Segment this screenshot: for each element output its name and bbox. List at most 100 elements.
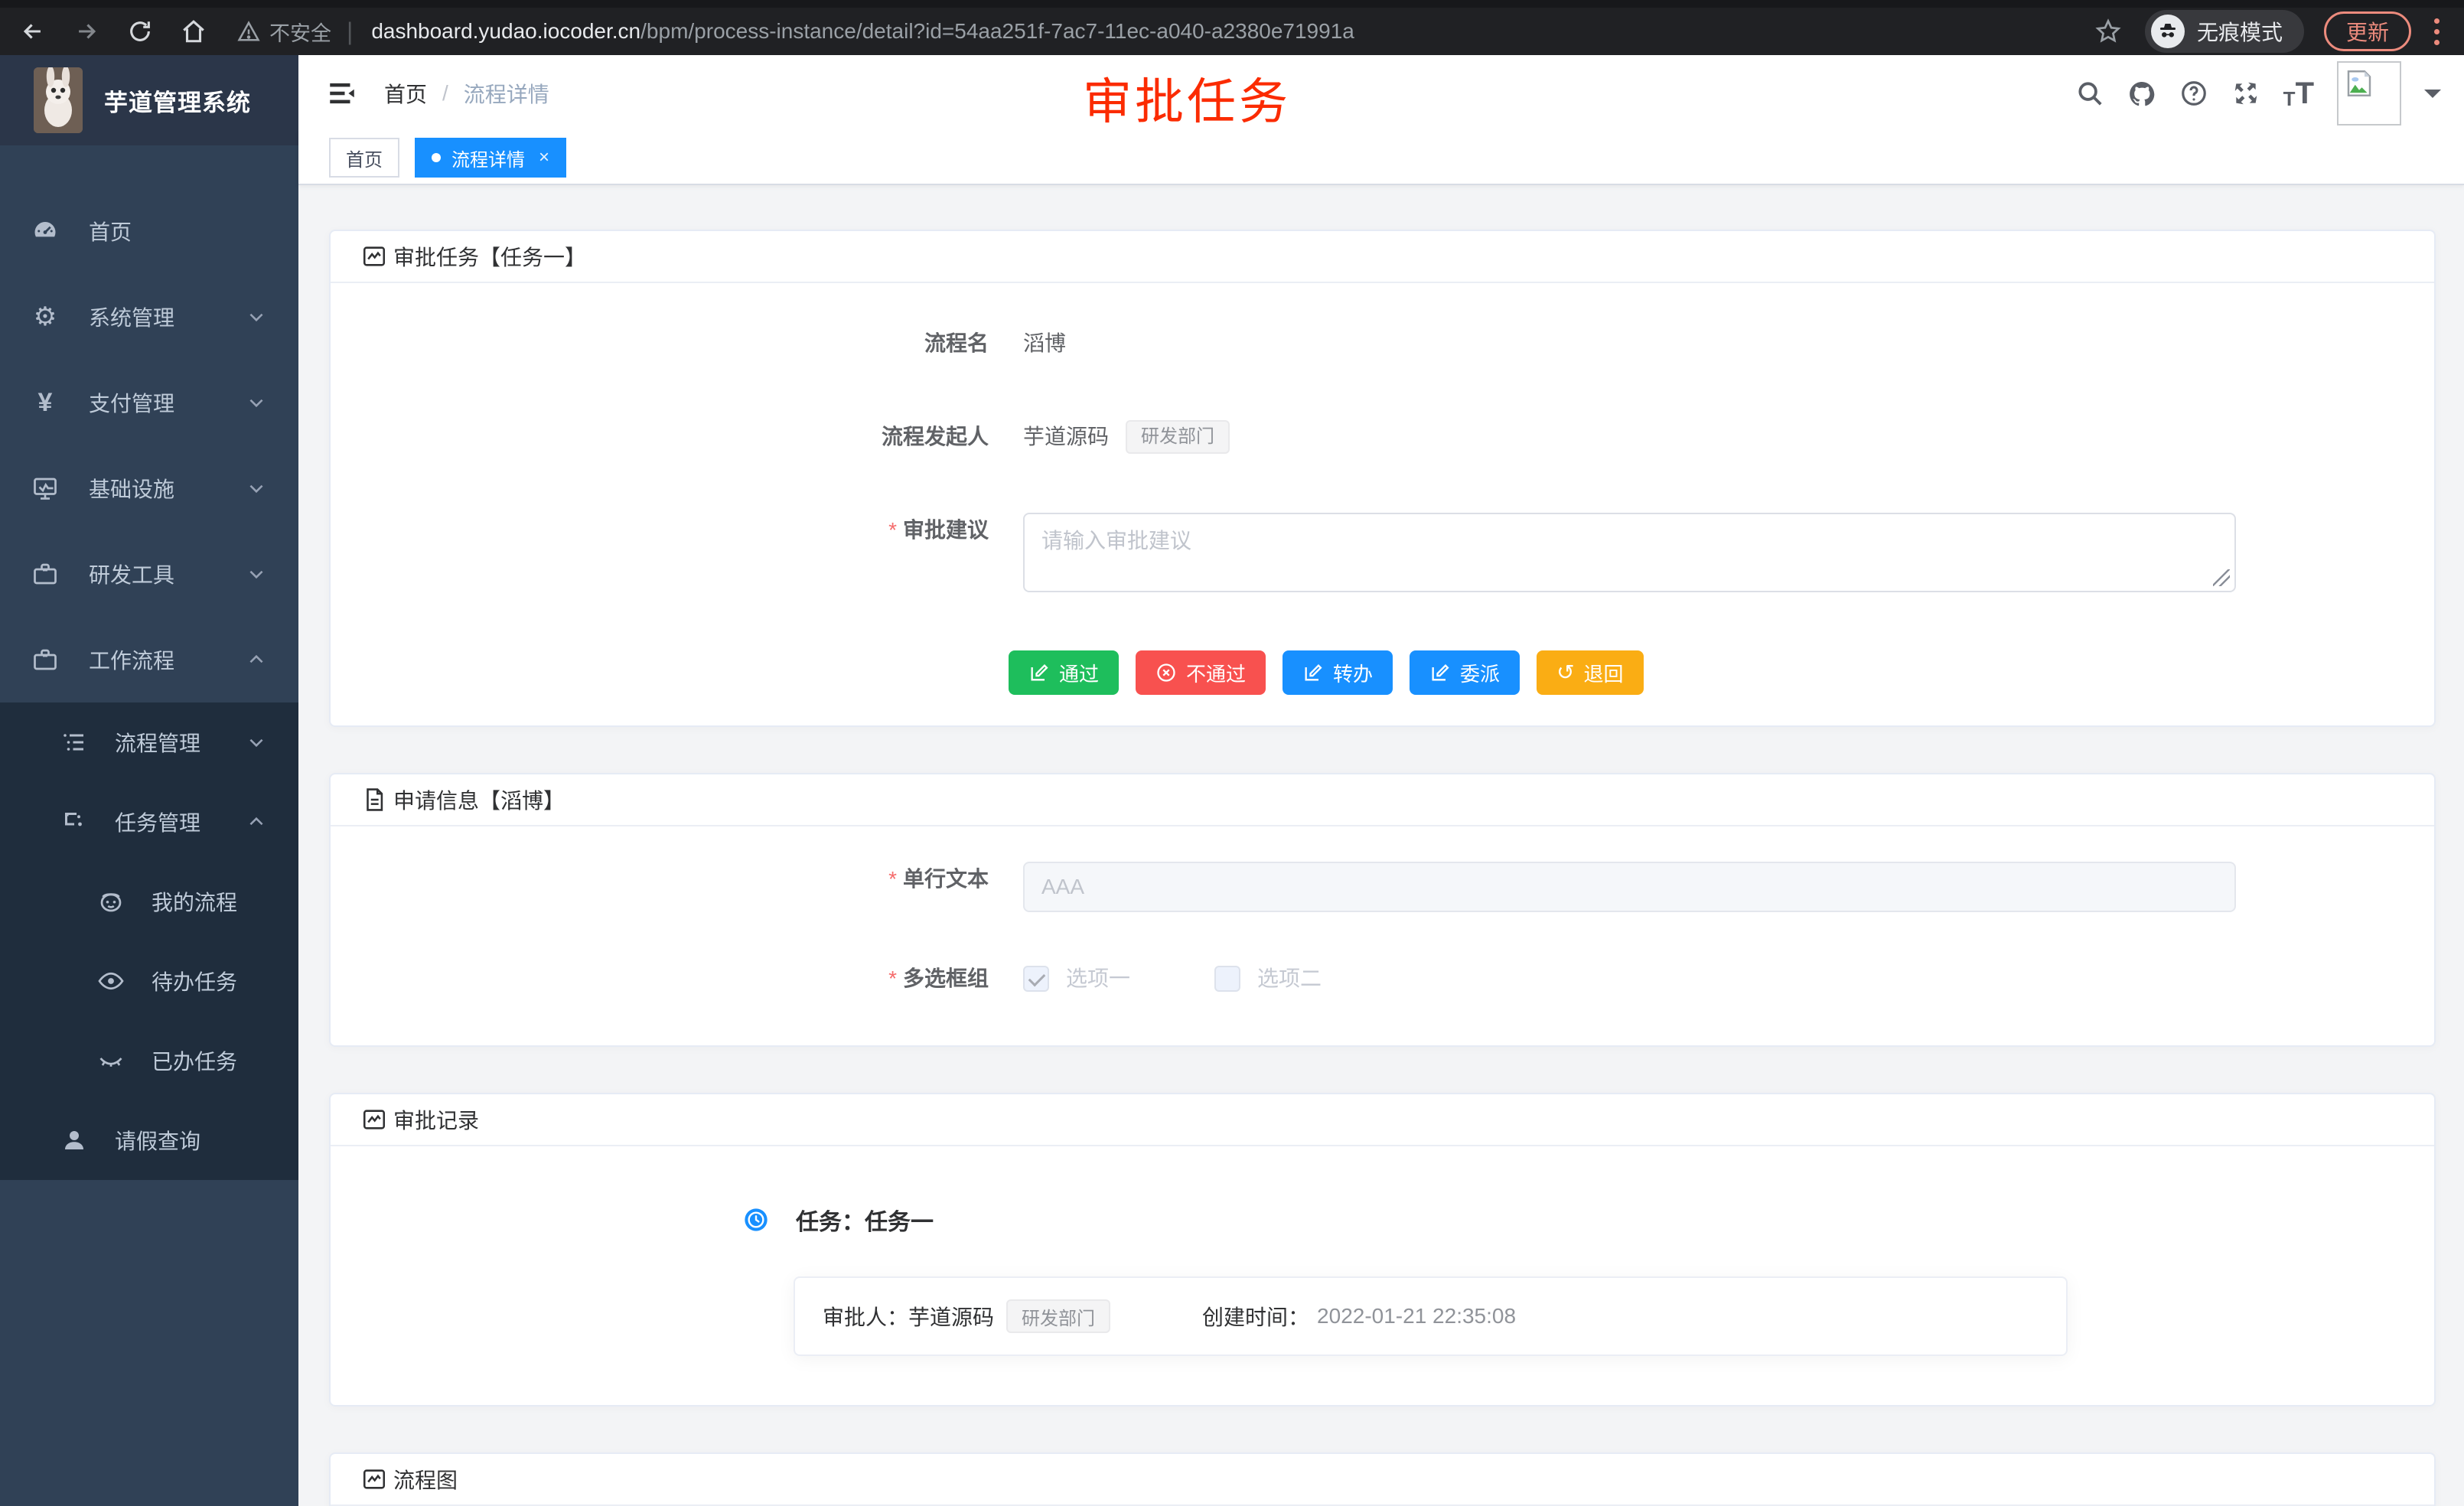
sidebar-item-workflow[interactable]: 工作流程	[0, 617, 298, 702]
sidebar-item-infra[interactable]: 基础设施	[0, 445, 298, 531]
field-label: 流程名	[361, 326, 989, 361]
sidebar-item-label: 请假查询	[115, 1125, 200, 1156]
red-annotation-text: 审批任务	[1083, 63, 1291, 133]
sidebar-item-process-mgmt[interactable]: 流程管理	[0, 702, 298, 782]
breadcrumb: 首页 / 流程详情	[384, 78, 549, 109]
browser-menu-icon[interactable]	[2427, 15, 2447, 48]
checkbox-label: 选项二	[1257, 961, 1322, 996]
main-area: 首页 / 流程详情 审批任务 TT	[298, 55, 2464, 1506]
required-asterisk: *	[888, 967, 897, 990]
tab-home[interactable]: 首页	[329, 138, 399, 178]
sidebar-item-system[interactable]: ⚙ 系统管理	[0, 274, 298, 360]
breadcrumb-home[interactable]: 首页	[384, 78, 427, 109]
sidebar-item-todo-tasks[interactable]: 待办任务	[0, 941, 298, 1021]
forward-icon[interactable]	[73, 18, 99, 44]
monitor-icon	[31, 474, 60, 502]
sidebar-item-label: 待办任务	[152, 966, 237, 996]
workflow-submenu: 流程管理 任务管理 我的流程	[0, 702, 298, 1180]
flow-node-icon	[60, 808, 89, 836]
chart-image-icon	[361, 1466, 387, 1492]
update-button[interactable]: 更新	[2324, 11, 2411, 51]
search-icon[interactable]	[2075, 79, 2104, 108]
eye-open-icon	[96, 967, 125, 995]
home-icon[interactable]	[181, 18, 207, 44]
approver-label: 审批人：	[823, 1301, 908, 1332]
sidebar-menu: 首页 ⚙ 系统管理 ¥ 支付管理 基础设施	[0, 145, 298, 1180]
sidebar-item-devtools[interactable]: 研发工具	[0, 531, 298, 617]
checkbox-group: 选项一 选项二	[1023, 961, 1322, 996]
checkbox-checked-icon	[1023, 966, 1049, 992]
card-title: 流程图	[393, 1464, 458, 1495]
active-tab-dot	[432, 153, 441, 162]
card-body: 任务：任务一 审批人： 芋道源码 研发部门 创建时间： 2022-01-21 2…	[331, 1146, 2434, 1405]
process-name-value: 滔博	[1023, 326, 1066, 361]
sidebar-item-leave-query[interactable]: 请假查询	[0, 1100, 298, 1180]
github-icon[interactable]	[2127, 79, 2156, 108]
return-button[interactable]: ↺ 退回	[1537, 650, 1643, 695]
card-header: 申请信息【滔博】	[331, 774, 2434, 826]
sidebar-logo[interactable]: 芋道管理系统	[0, 55, 298, 145]
sidebar-item-label: 首页	[89, 216, 132, 246]
eye-closed-icon	[96, 1047, 125, 1074]
field-label: *审批建议	[361, 513, 989, 548]
sidebar-item-my-process[interactable]: 我的流程	[0, 862, 298, 941]
sidebar-item-done-tasks[interactable]: 已办任务	[0, 1021, 298, 1100]
delegate-button[interactable]: 委派	[1410, 650, 1520, 695]
checkbox-option-1[interactable]: 选项一	[1023, 961, 1130, 996]
font-size-icon[interactable]: TT	[2283, 78, 2314, 109]
yen-icon: ¥	[31, 389, 60, 416]
sidebar: 芋道管理系统 首页 ⚙ 系统管理 ¥ 支付管理	[0, 55, 298, 1506]
clock-icon	[744, 1208, 768, 1232]
tab-label: 流程详情	[451, 145, 525, 171]
textarea-resize-handle[interactable]	[2213, 569, 2230, 586]
navbar-actions: TT	[2075, 61, 2441, 126]
field-label: 流程发起人	[361, 419, 989, 455]
avatar-dropdown-caret[interactable]	[2424, 90, 2441, 106]
fullscreen-icon[interactable]	[2231, 79, 2260, 108]
process-diagram-card: 流程图	[329, 1452, 2436, 1506]
form-row-initiator: 流程发起人 芋道源码 研发部门	[361, 419, 2404, 455]
avatar[interactable]	[2337, 61, 2401, 126]
suggestion-textarea[interactable]: 请输入审批建议	[1023, 513, 2236, 592]
logo-avatar	[34, 67, 83, 133]
back-icon[interactable]	[20, 18, 46, 44]
tags-view: 首页 流程详情 ×	[298, 132, 2464, 185]
approve-button[interactable]: 通过	[1009, 650, 1119, 695]
approval-record-card: 审批记录 任务：任务一 审批人： 芋道源码 研发部门 创建时间：	[329, 1093, 2436, 1407]
help-icon[interactable]	[2179, 79, 2208, 108]
chart-image-icon	[361, 1107, 387, 1133]
sidebar-item-label: 任务管理	[115, 807, 200, 837]
sidebar-item-task-mgmt[interactable]: 任务管理	[0, 782, 298, 862]
toolbox-icon	[31, 646, 60, 673]
card-body: 流程名 滔博 流程发起人 芋道源码 研发部门 *审批建议	[331, 283, 2434, 725]
apply-info-card: 申请信息【滔博】 *单行文本 AAA *多选框组	[329, 773, 2436, 1047]
address-bar[interactable]: dashboard.yudao.iocoder.cn/bpm/process-i…	[371, 19, 1354, 44]
single-line-input[interactable]: AAA	[1023, 862, 2236, 912]
textarea-placeholder: 请输入审批建议	[1041, 529, 1191, 553]
toolbox-icon	[31, 560, 60, 588]
card-header: 流程图	[331, 1454, 2434, 1506]
sidebar-item-label: 已办任务	[152, 1045, 237, 1076]
transfer-button[interactable]: 转办	[1283, 650, 1393, 695]
dashboard-icon	[31, 217, 60, 245]
sidebar-item-home[interactable]: 首页	[0, 188, 298, 274]
card-header: 审批任务【任务一】	[331, 231, 2434, 283]
edit-icon	[1302, 662, 1324, 683]
bookmark-star-icon[interactable]	[2094, 18, 2122, 45]
reject-button[interactable]: 不通过	[1136, 650, 1266, 695]
tab-process-detail[interactable]: 流程详情 ×	[415, 138, 566, 178]
reload-icon[interactable]	[127, 18, 153, 44]
user-icon	[60, 1126, 89, 1154]
address-separator: |	[347, 18, 353, 46]
breadcrumb-separator: /	[442, 81, 448, 106]
sidebar-toggle-icon[interactable]	[326, 77, 358, 109]
checkbox-option-2[interactable]: 选项二	[1214, 961, 1322, 996]
sidebar-item-payment[interactable]: ¥ 支付管理	[0, 360, 298, 445]
url-path: /bpm/process-instance/detail?id=54aa251f…	[640, 19, 1354, 43]
chart-image-icon	[361, 243, 387, 269]
incognito-label: 无痕模式	[2197, 16, 2283, 47]
close-icon[interactable]: ×	[539, 147, 549, 168]
task-title: 任务：任务一	[796, 1203, 934, 1237]
sidebar-item-label: 流程管理	[115, 727, 200, 758]
site-security[interactable]: 不安全	[237, 17, 331, 47]
